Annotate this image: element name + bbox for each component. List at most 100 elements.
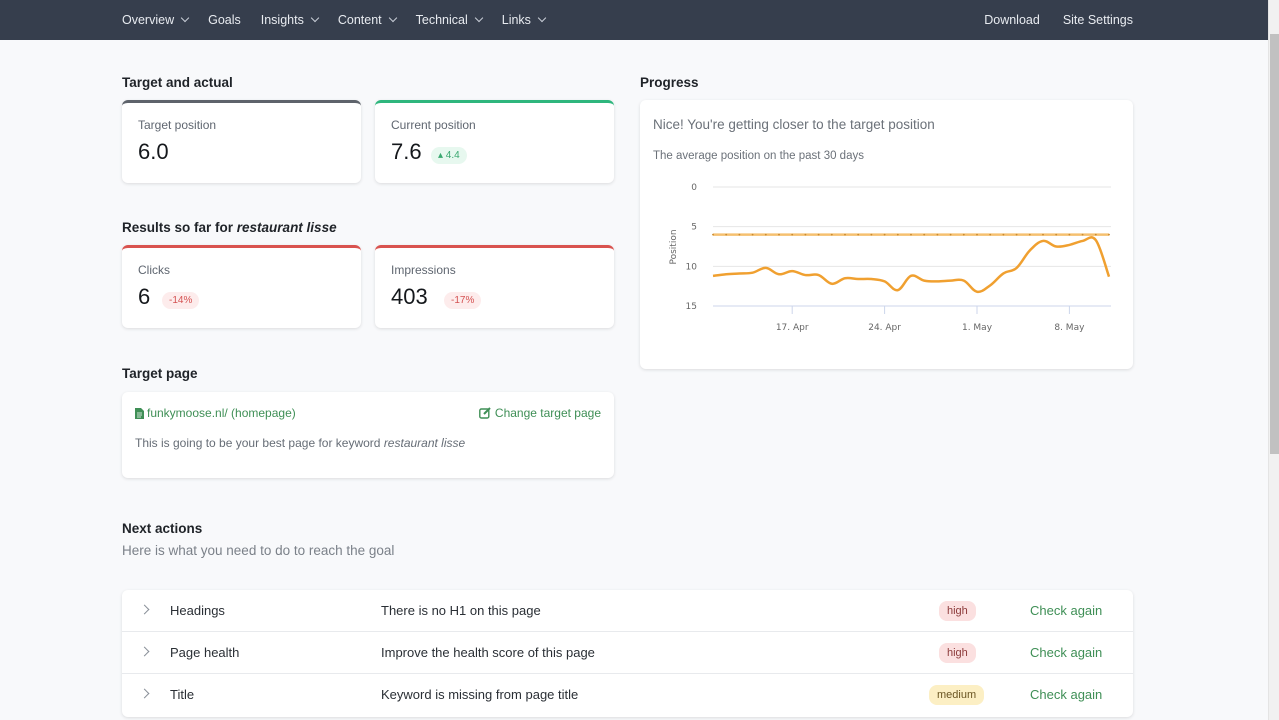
target-point [1055,233,1058,236]
average-position-line [712,236,1111,294]
change-badge: -17% [444,292,482,309]
nav-left: Overview Goals Insights Content Technica… [122,0,565,40]
current-position-card: Current position 7.6 ▴ 4.4 [375,100,614,183]
check-again-button[interactable]: Check again [1030,603,1102,618]
chevron-right-icon[interactable] [139,646,150,657]
nav-label: Content [337,13,382,27]
target-page-link[interactable]: funkymoose.nl/ (homepage) [135,406,296,420]
title-prefix: Results so far for [122,220,237,235]
target-point [830,233,833,236]
actions-table: Headings There is no H1 on this page hig… [122,590,1133,717]
progress-card: Nice! You're getting closer to the targe… [640,100,1133,369]
nav-links[interactable]: Links [501,13,547,27]
target-page-description: This is going to be your best page for k… [135,436,465,450]
target-point [764,233,767,236]
target-point [725,233,728,236]
y-tick-label: 5 [691,223,697,233]
check-again-button[interactable]: Check again [1030,687,1102,702]
target-point [1108,233,1110,236]
nav-site-settings[interactable]: Site Settings [1063,13,1133,27]
y-tick-label: 0 [691,183,697,193]
action-description: There is no H1 on this page [381,603,541,618]
target-point [976,233,978,236]
x-tick-label: 1. May [962,323,993,333]
chevron-down-icon [180,13,190,23]
stat-label: Impressions [391,263,456,277]
chevron-right-icon[interactable] [139,604,150,615]
y-tick-label: 10 [686,262,698,272]
chevron-down-icon [537,13,547,23]
target-page-card: funkymoose.nl/ (homepage) Change target … [122,392,614,478]
nav-technical[interactable]: Technical [415,13,483,27]
section-title-target-actual: Target and actual [122,75,233,90]
action-description: Improve the health score of this page [381,645,595,660]
x-tick-label: 17. Apr [776,323,809,333]
vertical-scrollbar[interactable] [1268,0,1279,720]
chevron-right-icon[interactable] [139,688,150,699]
link-text: funkymoose.nl/ (homepage) [147,406,296,420]
y-tick-label: 15 [686,302,697,312]
action-description: Keyword is missing from page title [381,687,579,702]
target-point [883,233,886,236]
priority-badge: high [939,601,976,621]
nav-label: Overview [122,13,175,27]
target-point [1068,233,1071,236]
nav-overview[interactable]: Overview [122,13,190,27]
impressions-card: Impressions 403 -17% [375,245,614,328]
target-point [778,233,780,236]
chevron-down-icon [388,13,397,23]
target-point [712,233,714,236]
nav-goals[interactable]: Goals [208,13,241,27]
target-point [896,233,899,236]
action-row[interactable]: Title Keyword is missing from page title… [122,674,1133,716]
target-point [738,233,741,236]
y-axis-label: Position [669,229,679,264]
section-title-next-actions: Next actions [122,521,203,536]
change-badge: ▴ 4.4 [431,147,467,164]
target-point [791,233,794,236]
action-row[interactable]: Headings There is no H1 on this page hig… [122,590,1133,632]
priority-badge: medium [929,685,985,705]
change-target-page-button[interactable]: Change target page [479,406,601,420]
target-point [989,233,992,236]
edit-icon [479,407,491,419]
target-point [817,233,820,236]
scrollbar-thumb[interactable] [1270,34,1279,454]
target-point [857,233,860,236]
top-nav: Overview Goals Insights Content Technica… [0,0,1268,40]
change-badge: -14% [162,292,200,309]
target-point [1002,233,1005,236]
stat-value: 7.6 [391,139,422,164]
nav-label: Insights [260,13,304,27]
chevron-down-icon [310,13,320,23]
chevron-down-icon [474,13,483,23]
nav-download[interactable]: Download [984,13,1040,27]
target-point [844,233,846,236]
x-tick-label: 24. Apr [868,323,901,333]
target-point [804,233,807,236]
clicks-card: Clicks 6 -14% [122,245,361,328]
section-title-progress: Progress [640,75,699,90]
x-tick-label: 8. May [1054,323,1085,333]
action-row[interactable]: Page health Improve the health score of … [122,632,1133,674]
section-title-results: Results so far for restaurant lisse [122,220,337,235]
action-name: Page health [170,645,240,660]
nav-label: Links [501,13,531,27]
nav-content[interactable]: Content [337,13,397,27]
change-label: Change target page [494,406,601,420]
action-name: Title [170,687,195,702]
target-point [962,233,965,236]
keyword: restaurant lisse [383,436,466,450]
desc-prefix: This is going to be your best page for k… [135,436,384,450]
target-point [1042,233,1044,236]
nav-right: Download Site Settings [961,0,1133,40]
section-title-target-page: Target page [122,366,198,381]
target-position-card: Target position 6.0 [122,100,361,183]
target-point [936,233,939,236]
priority-badge: high [939,643,976,663]
nav-label: Technical [415,13,468,27]
check-again-button[interactable]: Check again [1030,645,1102,660]
stat-value: 403 [391,284,428,309]
nav-insights[interactable]: Insights [260,13,320,27]
target-point [923,233,926,236]
